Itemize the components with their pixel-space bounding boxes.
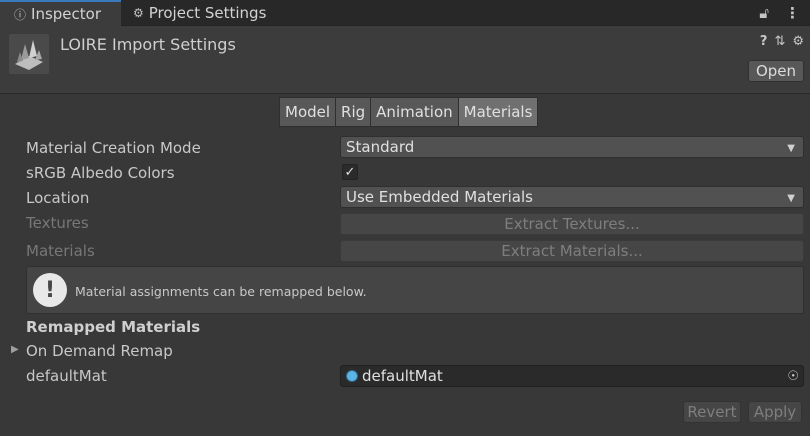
tab-project-settings[interactable]: ⚙ Project Settings <box>131 0 266 26</box>
material-creation-mode-label: Material Creation Mode <box>26 139 201 157</box>
location-value: Use Embedded Materials <box>346 188 533 206</box>
materials-label: Materials <box>26 242 95 260</box>
remapped-materials-title: Remapped Materials <box>26 318 201 336</box>
tab-materials[interactable]: Materials <box>458 97 539 127</box>
inspector-header: LOIRE Import Settings ? ⇅ ⚙ Open <box>0 26 810 94</box>
lock-icon[interactable]: 🔓︎ <box>759 4 769 22</box>
page-title: LOIRE Import Settings <box>60 35 236 54</box>
srgb-albedo-checkbox[interactable]: ✓ <box>342 164 358 180</box>
chevron-down-icon: ▼ <box>787 143 795 154</box>
foldout-arrow-icon[interactable]: ▶ <box>11 344 19 355</box>
extract-textures-button[interactable]: Extract Textures... <box>340 213 804 235</box>
help-icon[interactable]: ? <box>760 34 768 49</box>
object-picker-icon[interactable]: ☉ <box>787 369 799 384</box>
srgb-albedo-label: sRGB Albedo Colors <box>26 164 175 182</box>
tab-project-settings-label: Project Settings <box>148 4 267 22</box>
tab-inspector[interactable]: ⓘ Inspector <box>0 0 121 26</box>
import-tabs: Model Rig Animation Materials <box>279 97 539 127</box>
tab-animation[interactable]: Animation <box>371 97 459 127</box>
info-box: ! Material assignments can be remapped b… <box>26 266 804 314</box>
default-mat-value: defaultMat <box>362 367 443 385</box>
on-demand-remap-foldout[interactable]: On Demand Remap <box>26 342 173 360</box>
chevron-down-icon: ▼ <box>787 193 795 204</box>
gear-icon: ⚙ <box>133 6 144 20</box>
info-icon: ⓘ <box>14 7 27 22</box>
info-speech-icon: ! <box>33 273 67 307</box>
checkmark-icon: ✓ <box>344 164 356 180</box>
tab-rig[interactable]: Rig <box>336 97 372 127</box>
material-icon <box>346 370 358 382</box>
textures-label: Textures <box>26 214 89 232</box>
tab-model[interactable]: Model <box>279 97 337 127</box>
extract-materials-button[interactable]: Extract Materials... <box>340 240 804 262</box>
settings-icon[interactable]: ⚙ <box>792 34 804 49</box>
default-mat-object-field[interactable]: defaultMat ☉ <box>340 365 804 387</box>
revert-button[interactable]: Revert <box>683 401 741 423</box>
tab-inspector-label: Inspector <box>31 5 101 23</box>
default-mat-label: defaultMat <box>26 367 107 385</box>
location-label: Location <box>26 189 90 207</box>
model-thumbnail <box>9 34 49 74</box>
open-button[interactable]: Open <box>748 60 804 82</box>
preset-icon[interactable]: ⇅ <box>774 34 785 49</box>
location-dropdown[interactable]: Use Embedded Materials ▼ <box>340 186 804 208</box>
info-text: Material assignments can be remapped bel… <box>75 284 367 299</box>
material-creation-mode-value: Standard <box>346 138 415 156</box>
tab-bar: ⓘ Inspector ⚙ Project Settings 🔓︎ ⋮ <box>0 0 810 26</box>
more-menu-icon[interactable]: ⋮ <box>785 4 800 22</box>
material-creation-mode-dropdown[interactable]: Standard ▼ <box>340 136 804 158</box>
apply-button[interactable]: Apply <box>748 401 802 423</box>
